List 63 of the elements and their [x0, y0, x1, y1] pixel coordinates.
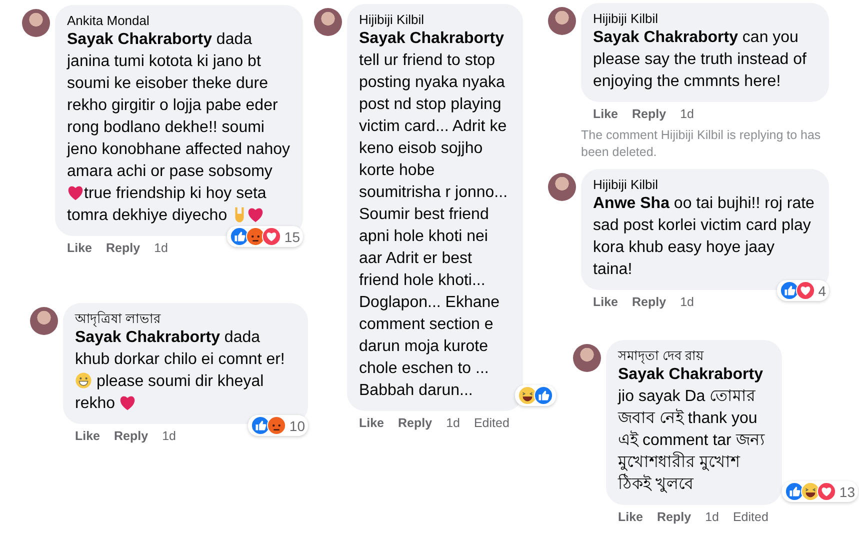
edited-label: Edited: [474, 416, 510, 430]
comment-author[interactable]: সমাদৃতা দেব রায়: [618, 347, 770, 364]
comment-time[interactable]: 1d: [680, 295, 694, 309]
comment-author[interactable]: Hijibiji Kilbil: [593, 10, 817, 27]
mention-link[interactable]: Sayak Chakraborty: [67, 31, 212, 48]
reaction-count: 13: [839, 484, 855, 500]
reaction-summary[interactable]: 15: [227, 226, 303, 247]
comment-action-link[interactable]: Like: [67, 241, 92, 255]
comment-time[interactable]: 1d: [680, 107, 694, 121]
comment-time[interactable]: 1d: [446, 416, 460, 430]
avatar[interactable]: [30, 307, 58, 335]
comment-author[interactable]: Ankita Mondal: [67, 12, 291, 29]
comment-action-link[interactable]: Reply: [657, 510, 692, 524]
avatar[interactable]: [548, 7, 576, 35]
comment-text: Anwe Sha oo tai bujhi!! roj rate sad post korlei victim card play kora khub easy hoye jaay taina!: [593, 194, 816, 280]
comment-author[interactable]: Hijibiji Kilbil: [359, 11, 511, 28]
avatar[interactable]: [548, 173, 576, 201]
comment-action-link[interactable]: Reply: [106, 241, 140, 255]
comment-action-link[interactable]: Reply: [114, 429, 148, 443]
comment-text: Sayak Chakraborty tell ur friend to stop posting nyaka nyaka post nd stop playing victim card... Adrit ke keno eisob sojjho korte hobe soumitrisha r jonno... Soumir best friend apni hole khoti nei aar Adrit er best friend hole khoti... Doglapon... Ekhane comment section e darun moja kurote chole eschen to ... Babbah darun...: [359, 29, 509, 401]
mention-link[interactable]: Sayak Chakraborty: [359, 30, 504, 47]
mention-link[interactable]: Sayak Chakraborty: [75, 329, 220, 346]
comment-action-link[interactable]: Like: [593, 295, 618, 309]
comment-author[interactable]: আদৃত্রিষা লাভার: [75, 310, 296, 327]
mention-link[interactable]: Anwe Sha: [593, 195, 670, 212]
comment-action-link[interactable]: Reply: [632, 295, 666, 309]
love-reaction-icon: [796, 281, 816, 300]
angry-reaction-icon: [267, 416, 286, 435]
reaction-count: 10: [289, 418, 305, 434]
edited-label: Edited: [732, 510, 768, 524]
heart-icon: [246, 207, 264, 223]
reaction-summary[interactable]: 13: [782, 481, 858, 502]
comment-text: Sayak Chakraborty can you please say the truth instead of enjoying the cmmnts here!: [593, 28, 808, 92]
comment-time[interactable]: 1d: [154, 241, 168, 255]
heart-icon: [67, 185, 84, 201]
mention-link[interactable]: Sayak Chakraborty: [618, 366, 763, 383]
comment-time[interactable]: 1d: [162, 429, 176, 443]
reaction-count: 4: [818, 282, 826, 298]
comment-action-link[interactable]: Like: [75, 429, 100, 443]
comment-text: Sayak Chakraborty dada janina tumi kotota ki jano bt soumi ke eisober theke dure rekho girgitir o lojja pabe eder rong bodlano dekhe!! soumi jeno konobhane affected nahoy amara achi or pase sobsomy true friendship ki hoy seta tomra dekhiye diyecho: [67, 30, 291, 226]
laughing-reaction-icon: [518, 386, 537, 405]
mention-link[interactable]: Sayak Chakraborty: [593, 29, 738, 46]
comment-action-link[interactable]: Reply: [398, 416, 432, 430]
deleted-comment-note: The comment Hijibiji Kilbil is replying to has been deleted.: [580, 127, 822, 161]
comment-action-link[interactable]: Reply: [632, 107, 666, 121]
grinning-face-icon: [75, 372, 92, 389]
comment-text: Sayak Chakraborty jio sayak Da তোমার জবাব নেই thank you এই comment tar জন্য মুখোশধারীর মুখোশ ঠিকই খুলবে: [618, 365, 766, 495]
comment-text: Sayak Chakraborty dada khub dorkar chilo ei comnt er! please soumi dir kheyal rekho: [75, 328, 286, 414]
reaction-summary[interactable]: 10: [248, 415, 308, 436]
reaction-count: 15: [284, 228, 300, 244]
heart-icon: [119, 395, 136, 411]
comment-author[interactable]: Hijibiji Kilbil: [593, 176, 817, 193]
avatar[interactable]: [573, 344, 601, 372]
reaction-summary[interactable]: [515, 385, 556, 406]
avatar[interactable]: [314, 8, 342, 36]
comment-action-link[interactable]: Like: [593, 107, 618, 121]
comment-action-link[interactable]: Like: [618, 510, 644, 524]
comment-time[interactable]: 1d: [705, 510, 719, 524]
reaction-summary[interactable]: 4: [777, 280, 829, 301]
comment-action-link[interactable]: Like: [359, 416, 384, 430]
avatar[interactable]: [22, 9, 50, 37]
love-reaction-icon: [262, 227, 282, 246]
love-reaction-icon: [817, 482, 836, 501]
